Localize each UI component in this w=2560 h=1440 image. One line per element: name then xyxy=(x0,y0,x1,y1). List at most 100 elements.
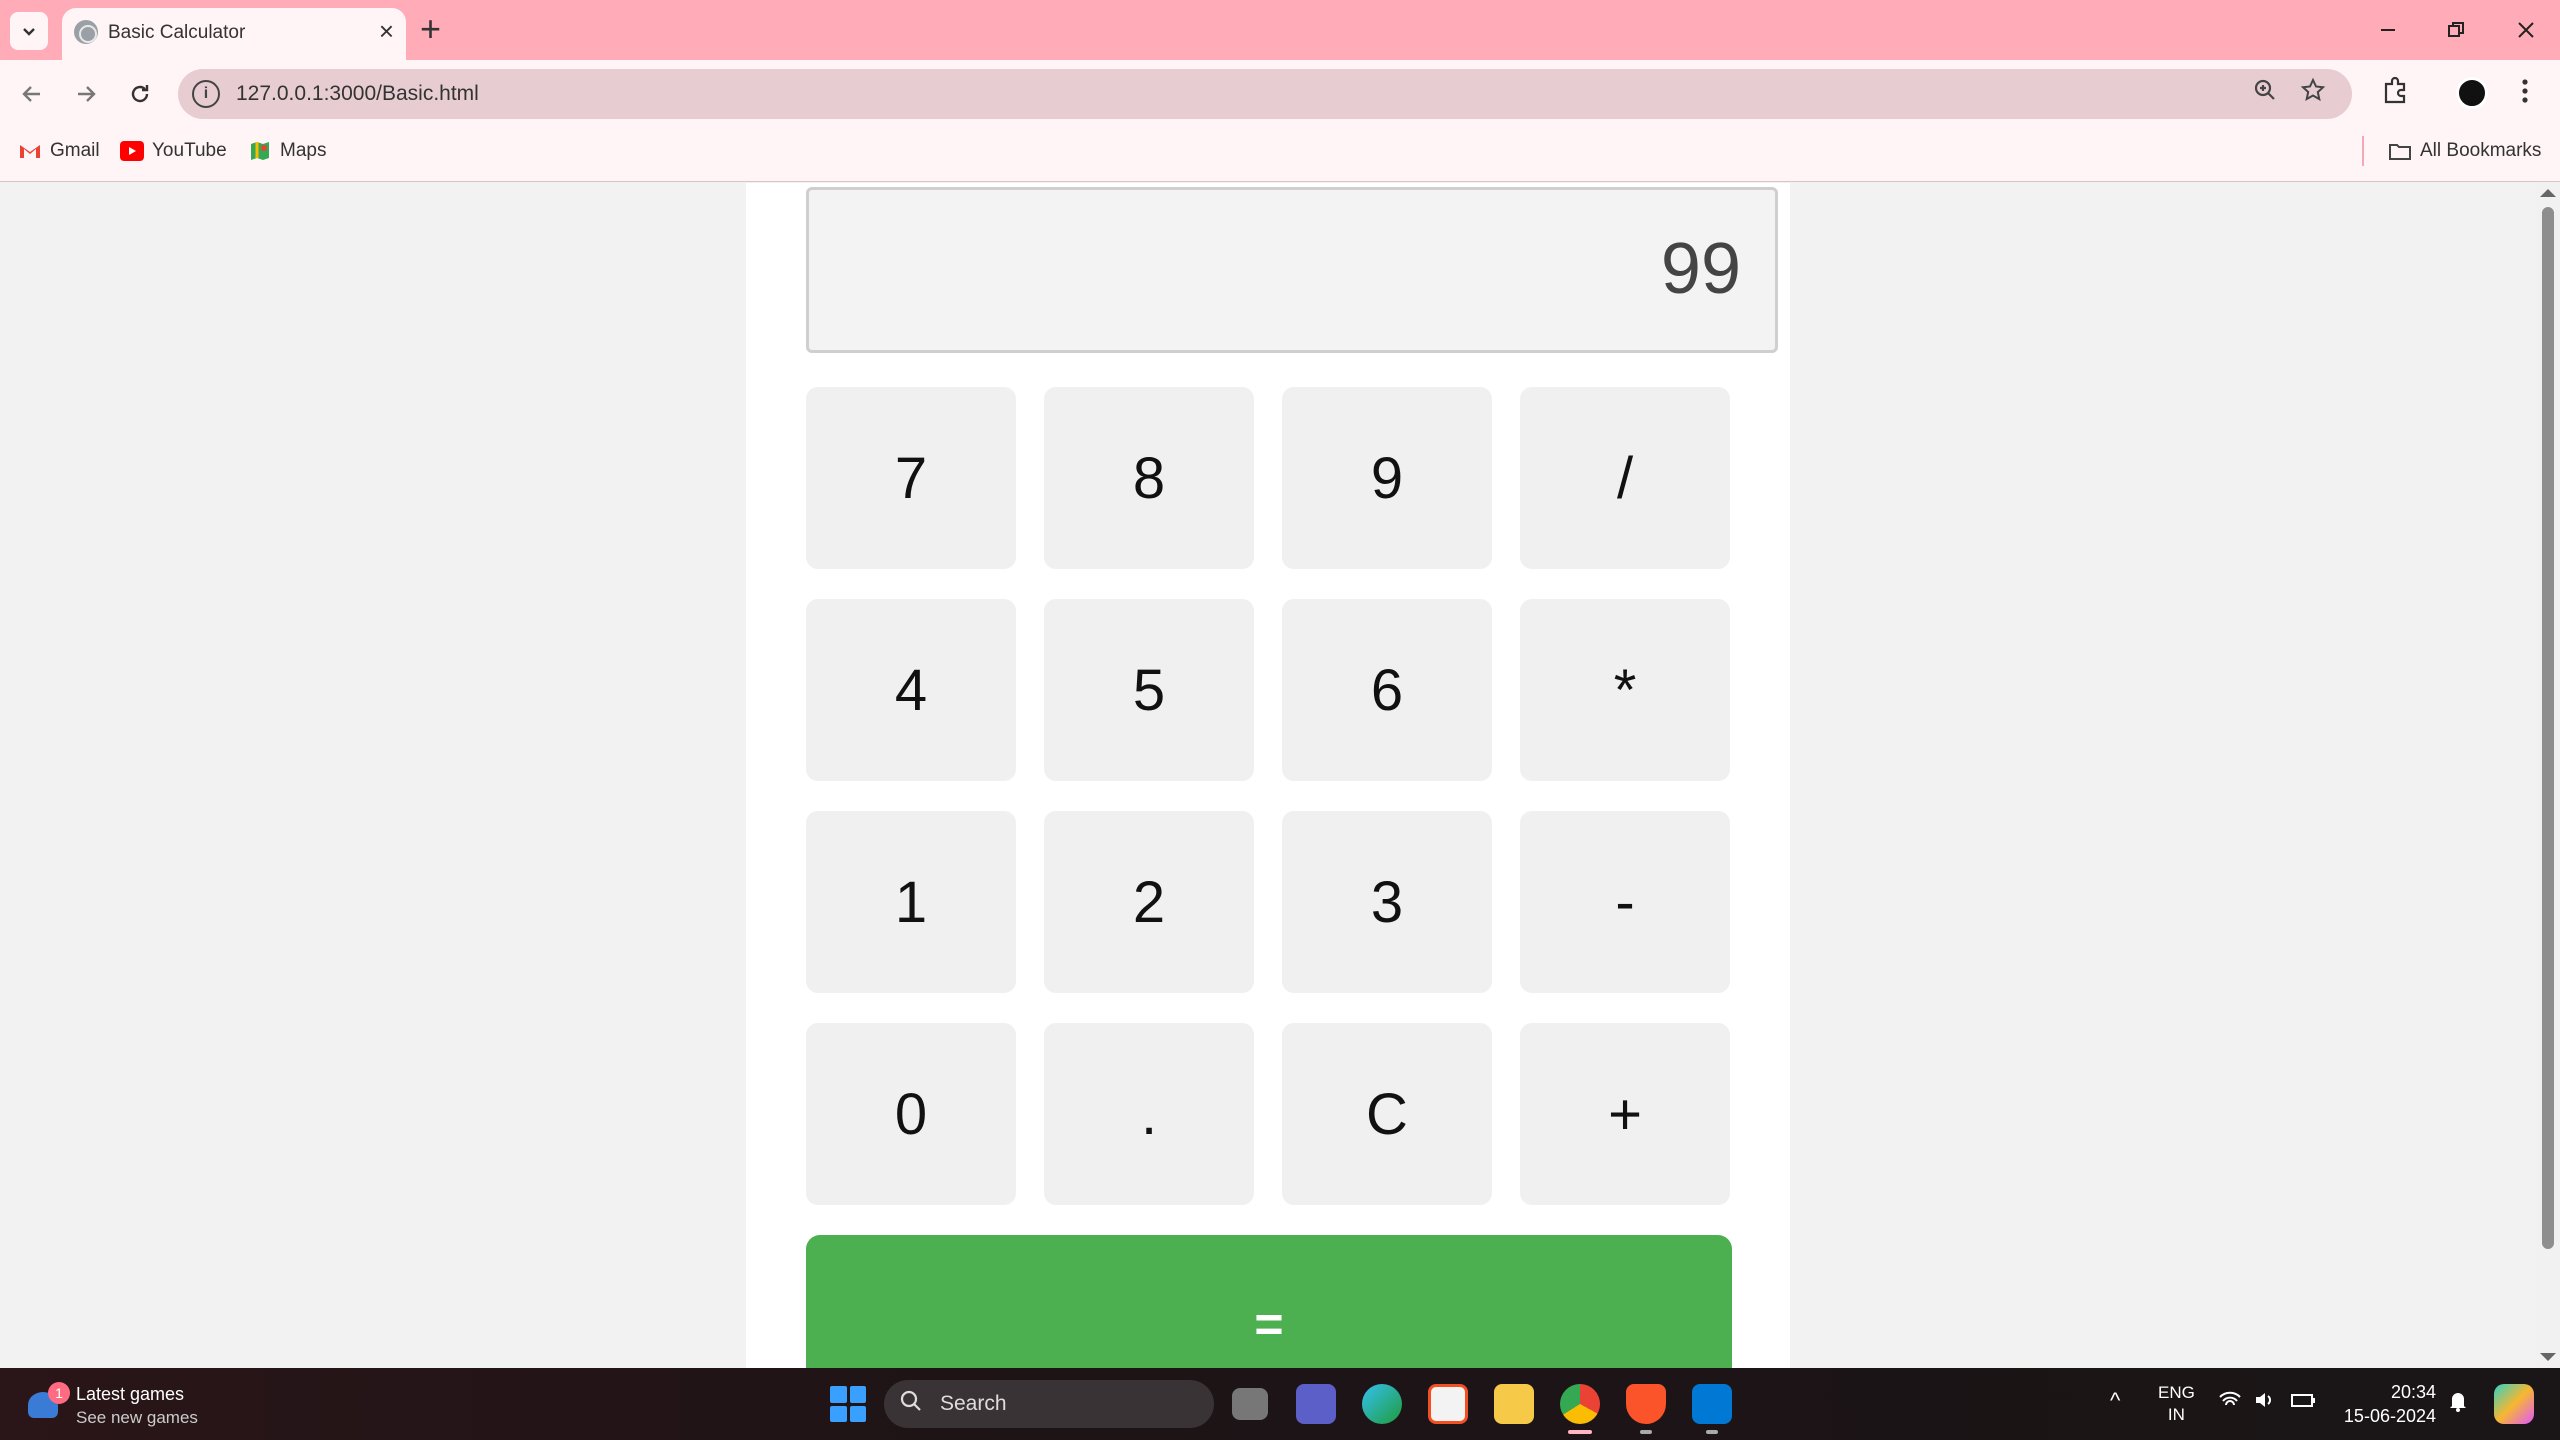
key-6[interactable]: 6 xyxy=(1282,599,1492,781)
forward-arrow-icon xyxy=(78,86,96,102)
date-text: 15-06-2024 xyxy=(2343,1406,2436,1426)
notification-bell-icon[interactable] xyxy=(2448,1390,2468,1418)
store-icon[interactable] xyxy=(1428,1384,1468,1424)
notification-badge: 1 xyxy=(48,1382,70,1404)
vscode-indicator xyxy=(1706,1430,1718,1434)
key-subtract[interactable]: - xyxy=(1520,811,1730,993)
more-vert-icon xyxy=(2522,79,2528,103)
key-decimal[interactable]: . xyxy=(1044,1023,1254,1205)
active-tab[interactable]: Basic Calculator × xyxy=(62,8,406,60)
restore-button[interactable] xyxy=(2426,10,2486,50)
back-arrow-icon xyxy=(22,86,40,102)
copilot-icon[interactable] xyxy=(2494,1384,2534,1424)
calculator: 99 7 8 9 / 4 5 6 * 1 2 3 - 0 . C + = xyxy=(746,183,1790,1368)
key-9[interactable]: 9 xyxy=(1282,387,1492,569)
file-explorer-icon[interactable] xyxy=(1494,1384,1534,1424)
language-indicator[interactable]: ENG IN xyxy=(2158,1382,2195,1426)
all-bookmarks-label: All Bookmarks xyxy=(2420,140,2542,161)
url-text[interactable]: 127.0.0.1:3000/Basic.html xyxy=(236,82,479,106)
taskbar-search[interactable]: Search xyxy=(884,1380,1214,1428)
scroll-up-icon[interactable] xyxy=(2540,189,2556,197)
bookmark-label: Maps xyxy=(280,140,327,161)
key-multiply[interactable]: * xyxy=(1520,599,1730,781)
equals-button[interactable]: = xyxy=(806,1235,1732,1368)
key-2[interactable]: 2 xyxy=(1044,811,1254,993)
all-bookmarks-button[interactable]: All Bookmarks xyxy=(2388,140,2541,162)
brave-indicator xyxy=(1640,1430,1652,1434)
chrome-active-indicator xyxy=(1568,1430,1592,1434)
windows-start-icon[interactable] xyxy=(830,1386,866,1422)
star-icon xyxy=(2300,77,2326,102)
page-scrollbar[interactable] xyxy=(2536,183,2560,1368)
search-icon xyxy=(900,1390,922,1418)
bookmark-label: Gmail xyxy=(50,140,100,161)
tab-search-button[interactable] xyxy=(10,12,48,50)
language-label: ENG xyxy=(2158,1383,2195,1402)
address-bar[interactable]: i 127.0.0.1:3000/Basic.html xyxy=(178,69,2352,119)
site-info-icon[interactable]: i xyxy=(192,80,220,108)
teams-icon[interactable] xyxy=(1296,1384,1336,1424)
reload-button[interactable] xyxy=(118,72,162,116)
close-icon xyxy=(2518,22,2534,38)
puzzle-icon xyxy=(2384,76,2406,104)
key-0[interactable]: 0 xyxy=(806,1023,1016,1205)
edge-icon[interactable] xyxy=(1362,1384,1402,1424)
restore-icon xyxy=(2448,22,2464,37)
key-4[interactable]: 4 xyxy=(806,599,1016,781)
vscode-icon[interactable] xyxy=(1692,1384,1732,1424)
bookmarks-separator xyxy=(2362,136,2364,166)
key-divide[interactable]: / xyxy=(1520,387,1730,569)
news-title: Latest games xyxy=(76,1384,185,1404)
forward-button[interactable] xyxy=(64,72,108,116)
minimize-button[interactable] xyxy=(2358,10,2418,50)
browser-toolbar: i 127.0.0.1:3000/Basic.html xyxy=(0,60,2560,126)
folder-icon xyxy=(2388,141,2412,161)
time-text: 20:34 xyxy=(2390,1382,2436,1402)
maps-icon xyxy=(248,141,272,161)
battery-icon[interactable] xyxy=(2290,1390,2316,1416)
wifi-icon[interactable] xyxy=(2218,1390,2242,1416)
brave-icon[interactable] xyxy=(1626,1384,1666,1424)
minimize-icon xyxy=(2381,29,2395,31)
windows-taskbar: 1 Latest games See new games Search ^ EN… xyxy=(0,1368,2560,1440)
search-placeholder: Search xyxy=(940,1392,1007,1415)
key-3[interactable]: 3 xyxy=(1282,811,1492,993)
chevron-up-icon[interactable]: ^ xyxy=(2110,1390,2120,1412)
globe-icon xyxy=(74,20,98,44)
close-tab-icon[interactable]: × xyxy=(379,16,394,46)
bookmark-star-icon[interactable] xyxy=(2300,77,2326,110)
bookmark-youtube[interactable]: YouTube xyxy=(120,140,227,162)
volume-icon[interactable] xyxy=(2254,1390,2278,1416)
reload-icon xyxy=(131,85,149,103)
key-8[interactable]: 8 xyxy=(1044,387,1254,569)
extensions-icon[interactable] xyxy=(2380,76,2410,113)
youtube-icon xyxy=(120,141,144,161)
key-1[interactable]: 1 xyxy=(806,811,1016,993)
new-tab-button[interactable]: + xyxy=(420,10,441,48)
chrome-icon[interactable] xyxy=(1560,1384,1600,1424)
key-5[interactable]: 5 xyxy=(1044,599,1254,781)
gmail-icon xyxy=(18,141,42,161)
page-viewport: 99 7 8 9 / 4 5 6 * 1 2 3 - 0 . C + = xyxy=(0,183,2536,1368)
profile-avatar[interactable] xyxy=(2456,77,2488,109)
news-subtitle: See new games xyxy=(76,1408,198,1427)
news-widget[interactable]: 1 Latest games See new games xyxy=(24,1380,264,1430)
chevron-down-icon xyxy=(23,28,35,36)
region-label: IN xyxy=(2167,1405,2185,1424)
calculator-display: 99 xyxy=(806,187,1778,353)
back-button[interactable] xyxy=(10,72,54,116)
key-add[interactable]: + xyxy=(1520,1023,1730,1205)
bookmark-gmail[interactable]: Gmail xyxy=(18,140,100,162)
close-window-button[interactable] xyxy=(2496,10,2556,50)
key-clear[interactable]: C xyxy=(1282,1023,1492,1205)
menu-kebab-icon[interactable] xyxy=(2520,76,2530,113)
clock[interactable]: 20:34 15-06-2024 xyxy=(2336,1380,2436,1428)
key-7[interactable]: 7 xyxy=(806,387,1016,569)
tab-strip: Basic Calculator × + xyxy=(0,0,2560,60)
scroll-thumb[interactable] xyxy=(2542,207,2554,1249)
zoom-icon[interactable] xyxy=(2252,77,2278,110)
bookmarks-bar: Gmail YouTube Maps All Bookmarks xyxy=(0,126,2560,182)
bookmark-maps[interactable]: Maps xyxy=(248,140,326,162)
task-view-icon[interactable] xyxy=(1232,1388,1268,1420)
scroll-down-icon[interactable] xyxy=(2540,1353,2556,1361)
